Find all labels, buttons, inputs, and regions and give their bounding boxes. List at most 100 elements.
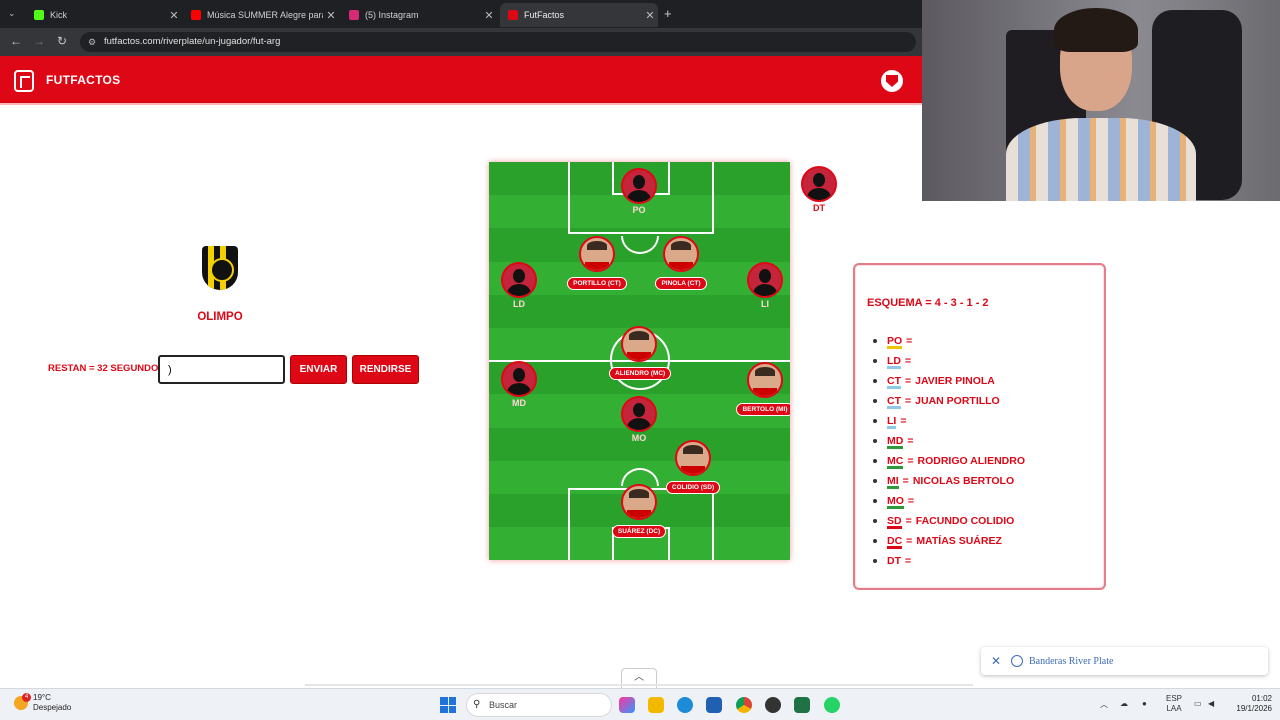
player-slot-ct-pinola[interactable]: PINOLA (CT) [651,236,711,290]
river-plate-crest-icon[interactable] [881,70,903,92]
player-photo [621,326,657,362]
coach-slot-dt[interactable]: DT [798,166,840,213]
position-code: LD [887,355,901,369]
kick-favicon-icon [34,10,44,20]
unknown-player-icon [747,262,783,298]
tab-kick[interactable]: Kick ✕ [26,3,182,27]
equals-sign: = [907,455,914,467]
toast-label[interactable]: Banderas River Plate [1029,656,1113,667]
back-icon[interactable]: ← [10,34,22,48]
scheme-row: SD = FACUNDO COLIDIO [879,511,1025,531]
tab-instagram[interactable]: (5) Instagram ✕ [341,3,497,27]
suggestion-toast[interactable]: ✕ Banderas River Plate [981,647,1268,675]
whatsapp-icon[interactable] [824,697,840,713]
position-code: PO [887,335,903,349]
player-name: FACUNDO COLIDIO [915,515,1015,527]
scheme-row: PO = [879,331,1025,351]
position-code: LI [887,415,897,429]
position-code: MO [887,495,904,509]
team-name: OLIMPO [197,311,243,323]
player-slot-md[interactable]: MD [489,361,549,408]
position-code: SD [887,515,902,529]
player-name: JAVIER PINOLA [915,375,995,387]
taskbar-search[interactable]: ⚲ Buscar [466,693,612,717]
player-slot-ct-portillo[interactable]: PORTILLO (CT) [567,236,627,290]
add-circle-icon [1011,655,1023,667]
horizontal-scrollbar[interactable] [305,684,973,686]
equals-sign: = [906,535,913,547]
equals-sign: = [905,515,912,527]
equals-sign: = [902,475,909,487]
forward-icon[interactable]: → [33,34,45,48]
copilot-icon[interactable] [619,697,635,713]
lang-bottom: LAA [1166,704,1182,713]
weather-widget[interactable]: 4 19°C Despejado [14,693,71,713]
obs-icon[interactable] [765,697,781,713]
site-info-icon[interactable]: ⚙ [88,32,96,52]
player-guess-input[interactable] [158,355,285,384]
player-slot-mo[interactable]: MO [609,396,669,443]
scheme-panel: ESQUEMA = 4 - 3 - 1 - 2 PO = LD = CT = JAVIE… [853,263,1106,590]
player-slot-ld[interactable]: LD [489,262,549,309]
youtube-favicon-icon [191,10,201,20]
position-code: MD [887,435,904,449]
player-name-badge: PORTILLO (CT) [567,277,627,290]
position-label: MO [631,433,647,443]
player-slot-po[interactable]: PO [609,168,669,215]
position-label: LD [513,299,525,309]
close-tab-icon[interactable]: ✕ [166,9,182,22]
lang-top: ESP [1166,694,1183,703]
volume-icon[interactable]: ◀ [1208,699,1214,708]
tab-search-chevron-icon[interactable]: ⌄ [8,8,16,19]
position-label: LI [761,299,769,309]
monitor-icon[interactable]: ▭ [1194,699,1202,708]
player-slot-dc-suarez[interactable]: SUÁREZ (DC) [609,484,669,538]
scheme-row: LI = [879,411,1025,431]
equals-sign: = [905,555,912,567]
chevron-up-tray-icon[interactable]: ︿ [1100,699,1108,710]
player-slot-mc-aliendro[interactable]: ALIENDRO (MC) [609,326,672,380]
chrome-icon[interactable] [736,697,752,713]
player-name: JUAN PORTILLO [915,395,1000,407]
equals-sign: = [905,375,912,387]
new-tab-button[interactable]: + [664,6,672,21]
equals-sign: = [906,335,913,347]
mic-icon[interactable]: ● [1142,699,1147,708]
rendirse-button[interactable]: RENDIRSE [352,355,419,384]
close-icon[interactable]: ✕ [981,654,1011,669]
futfactos-logo-icon[interactable] [14,70,34,92]
tab-futfactos[interactable]: FutFactos ✕ [500,3,658,27]
player-name-badge: COLIDIO (SD) [665,481,721,494]
language-indicator[interactable]: ESP LAA [1166,694,1182,714]
close-tab-icon[interactable]: ✕ [323,9,339,22]
store-icon[interactable] [706,697,722,713]
unknown-player-icon [501,361,537,397]
close-tab-icon[interactable]: ✕ [481,9,497,22]
position-label: PO [632,205,646,215]
reload-icon[interactable]: ↻ [57,34,67,48]
position-code: CT [887,395,901,409]
excel-icon[interactable] [794,697,810,713]
enviar-button[interactable]: ENVIAR [290,355,347,384]
scheme-row: LD = [879,351,1025,371]
scheme-row: CT = JUAN PORTILLO [879,391,1025,411]
close-tab-icon[interactable]: ✕ [642,9,658,22]
file-explorer-icon[interactable] [648,697,664,713]
scheme-row: DC = MATÍAS SUÁREZ [879,531,1025,551]
edge-icon[interactable] [677,697,693,713]
countdown-timer: RESTAN = 32 SEGUNDOS [48,363,165,374]
tab-youtube[interactable]: Música SUMMER Alegre para T ✕ [183,3,339,27]
scheme-row: MD = [879,431,1025,451]
instagram-favicon-icon [349,10,359,20]
player-slot-li[interactable]: LI [735,262,790,309]
windows-start-icon[interactable] [440,697,456,713]
cloud-icon[interactable]: ☁ [1120,699,1128,708]
football-pitch: PO LD PORTILLO (CT) PINOLA (CT) LI ALIEN… [489,162,790,560]
weather-desc: Despejado [33,703,72,712]
player-slot-sd-colidio[interactable]: COLIDIO (SD) [663,440,723,494]
taskbar-clock[interactable]: 01:02 19/1/2026 [1228,694,1272,714]
scheme-row: DT = [879,551,1025,571]
brand-name[interactable]: FUTFACTOS [46,73,120,87]
url-field[interactable]: ⚙ futfactos.com/riverplate/un-jugador/fu… [80,32,916,52]
player-slot-mi-bertolo[interactable]: BERTOLO (MI) [735,362,790,416]
